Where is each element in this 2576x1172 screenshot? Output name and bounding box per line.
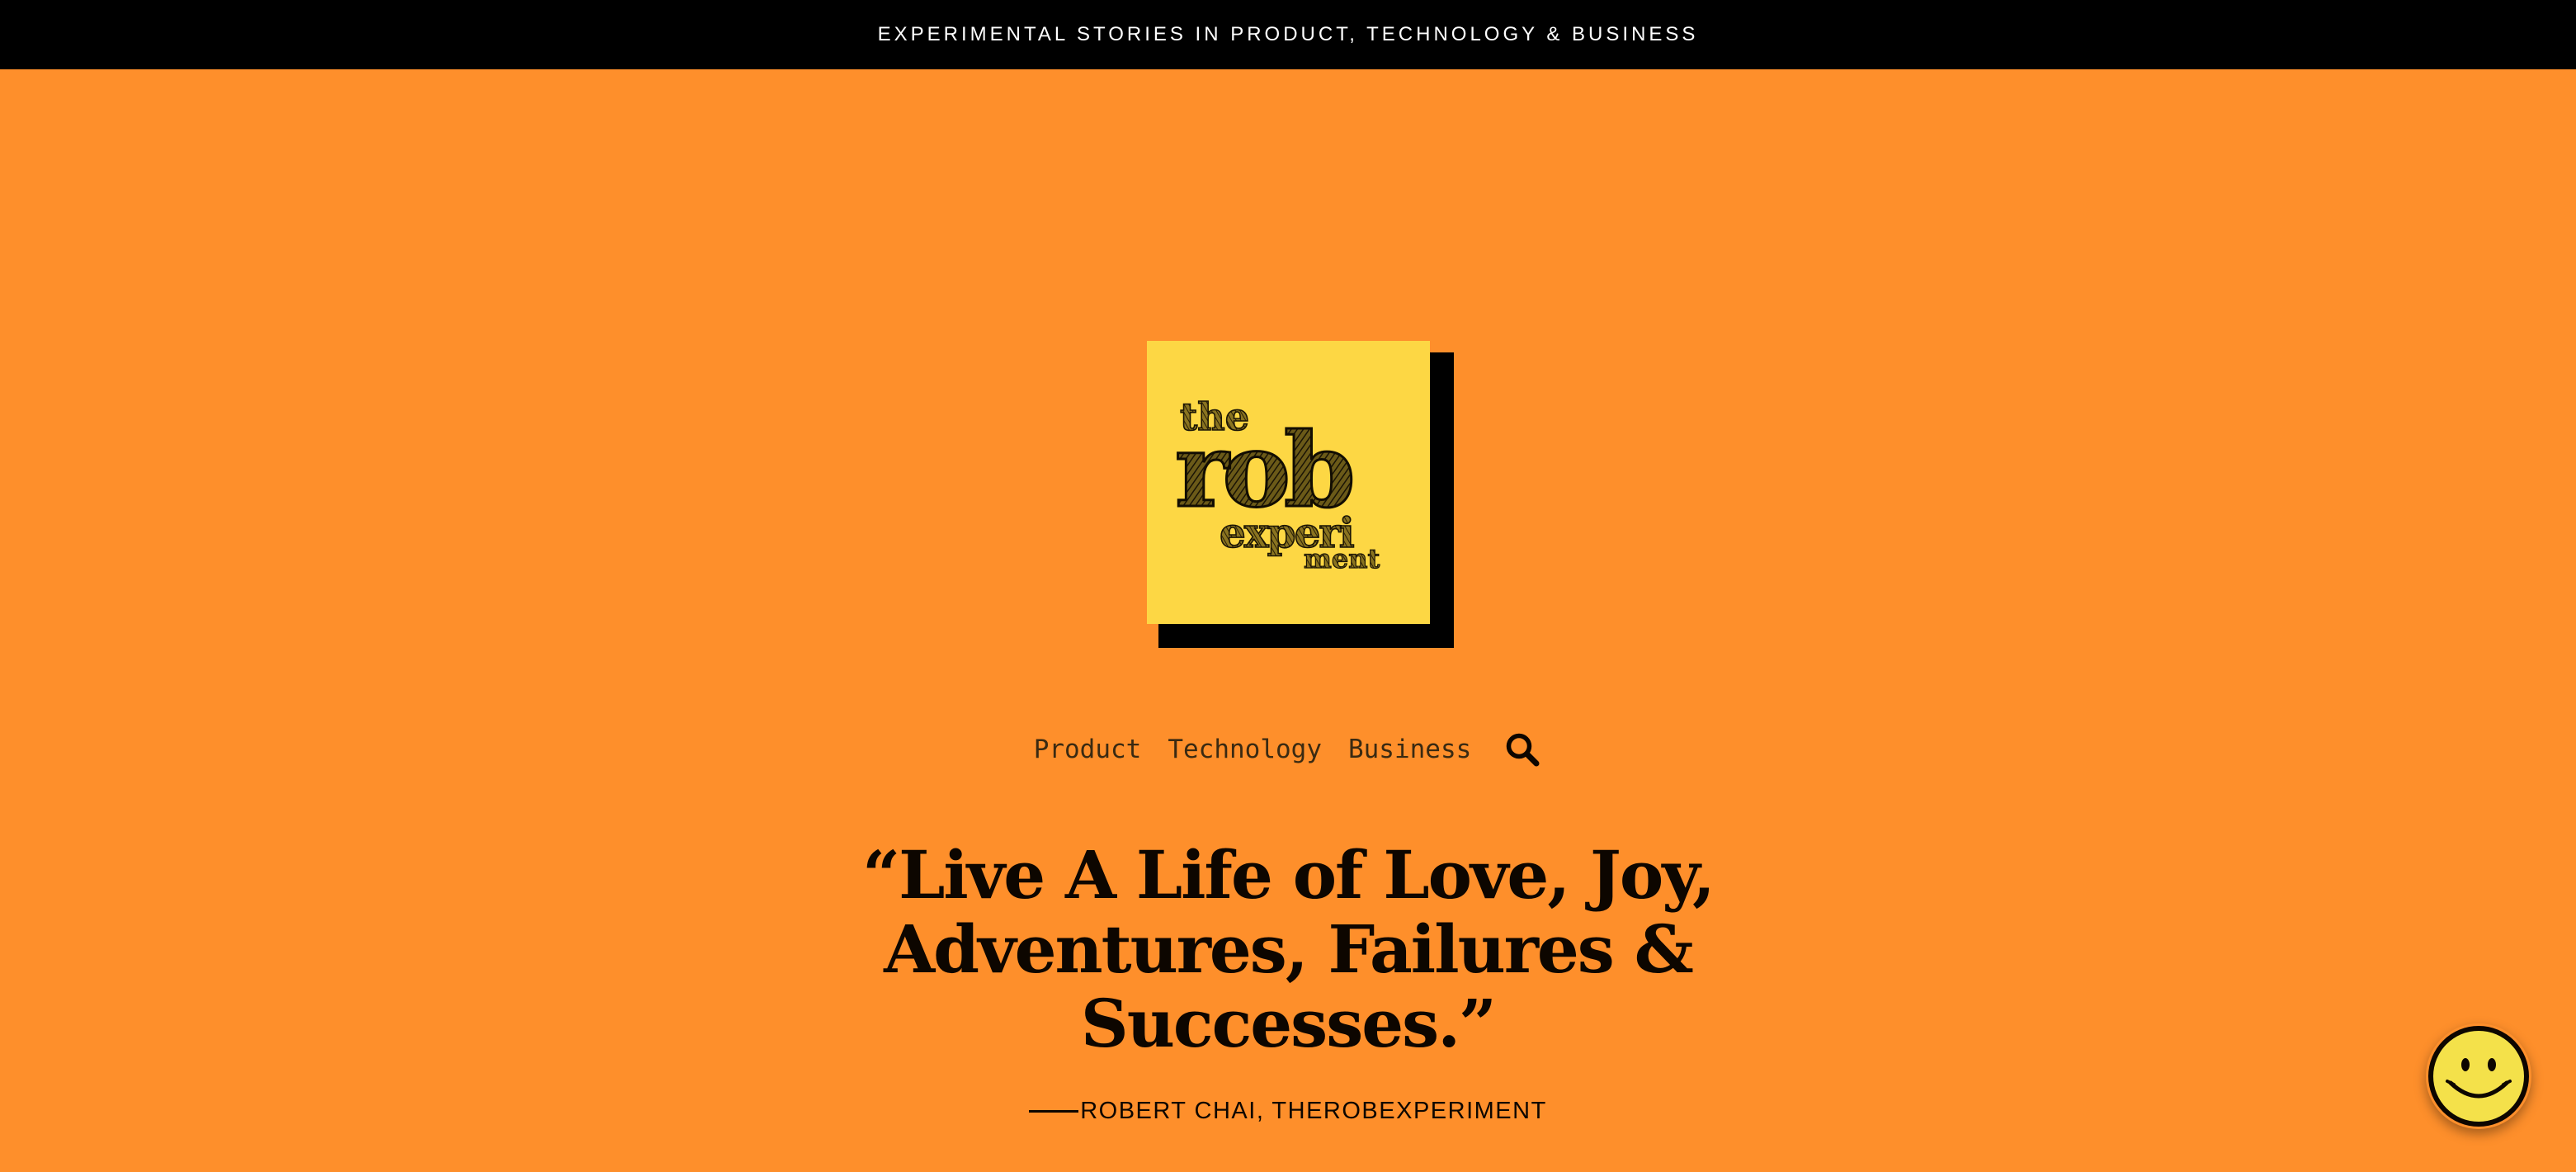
smiley-icon[interactable]	[2426, 1023, 2531, 1129]
attribution-text: ROBERT CHAI, THEROBEXPERIMENT	[1080, 1098, 1547, 1124]
hero-quote: “Live A Life of Love, Joy, Adventures, F…	[862, 836, 1715, 1062]
logo-wordmark: the rob experi ment	[1174, 394, 1381, 574]
nav-item-technology[interactable]: Technology	[1168, 735, 1322, 764]
site-tagline: EXPERIMENTAL STORIES IN PRODUCT, TECHNOL…	[877, 23, 1699, 45]
nav-item-product[interactable]: Product	[1034, 735, 1142, 764]
attribution-dash	[1029, 1110, 1079, 1113]
top-announcement-bar: EXPERIMENTAL STORIES IN PRODUCT, TECHNOL…	[0, 0, 2576, 69]
logo-text-ment: ment	[1304, 543, 1380, 574]
quote-attribution: ROBERT CHAI, THEROBEXPERIMENT	[0, 1098, 2576, 1125]
search-icon[interactable]	[1503, 730, 1542, 769]
nav-item-business[interactable]: Business	[1348, 735, 1471, 764]
site-logo[interactable]: the rob experi ment	[1147, 341, 1454, 648]
logo-box: the rob experi ment	[1147, 341, 1430, 624]
main-navigation: Product Technology Business	[0, 726, 2576, 773]
